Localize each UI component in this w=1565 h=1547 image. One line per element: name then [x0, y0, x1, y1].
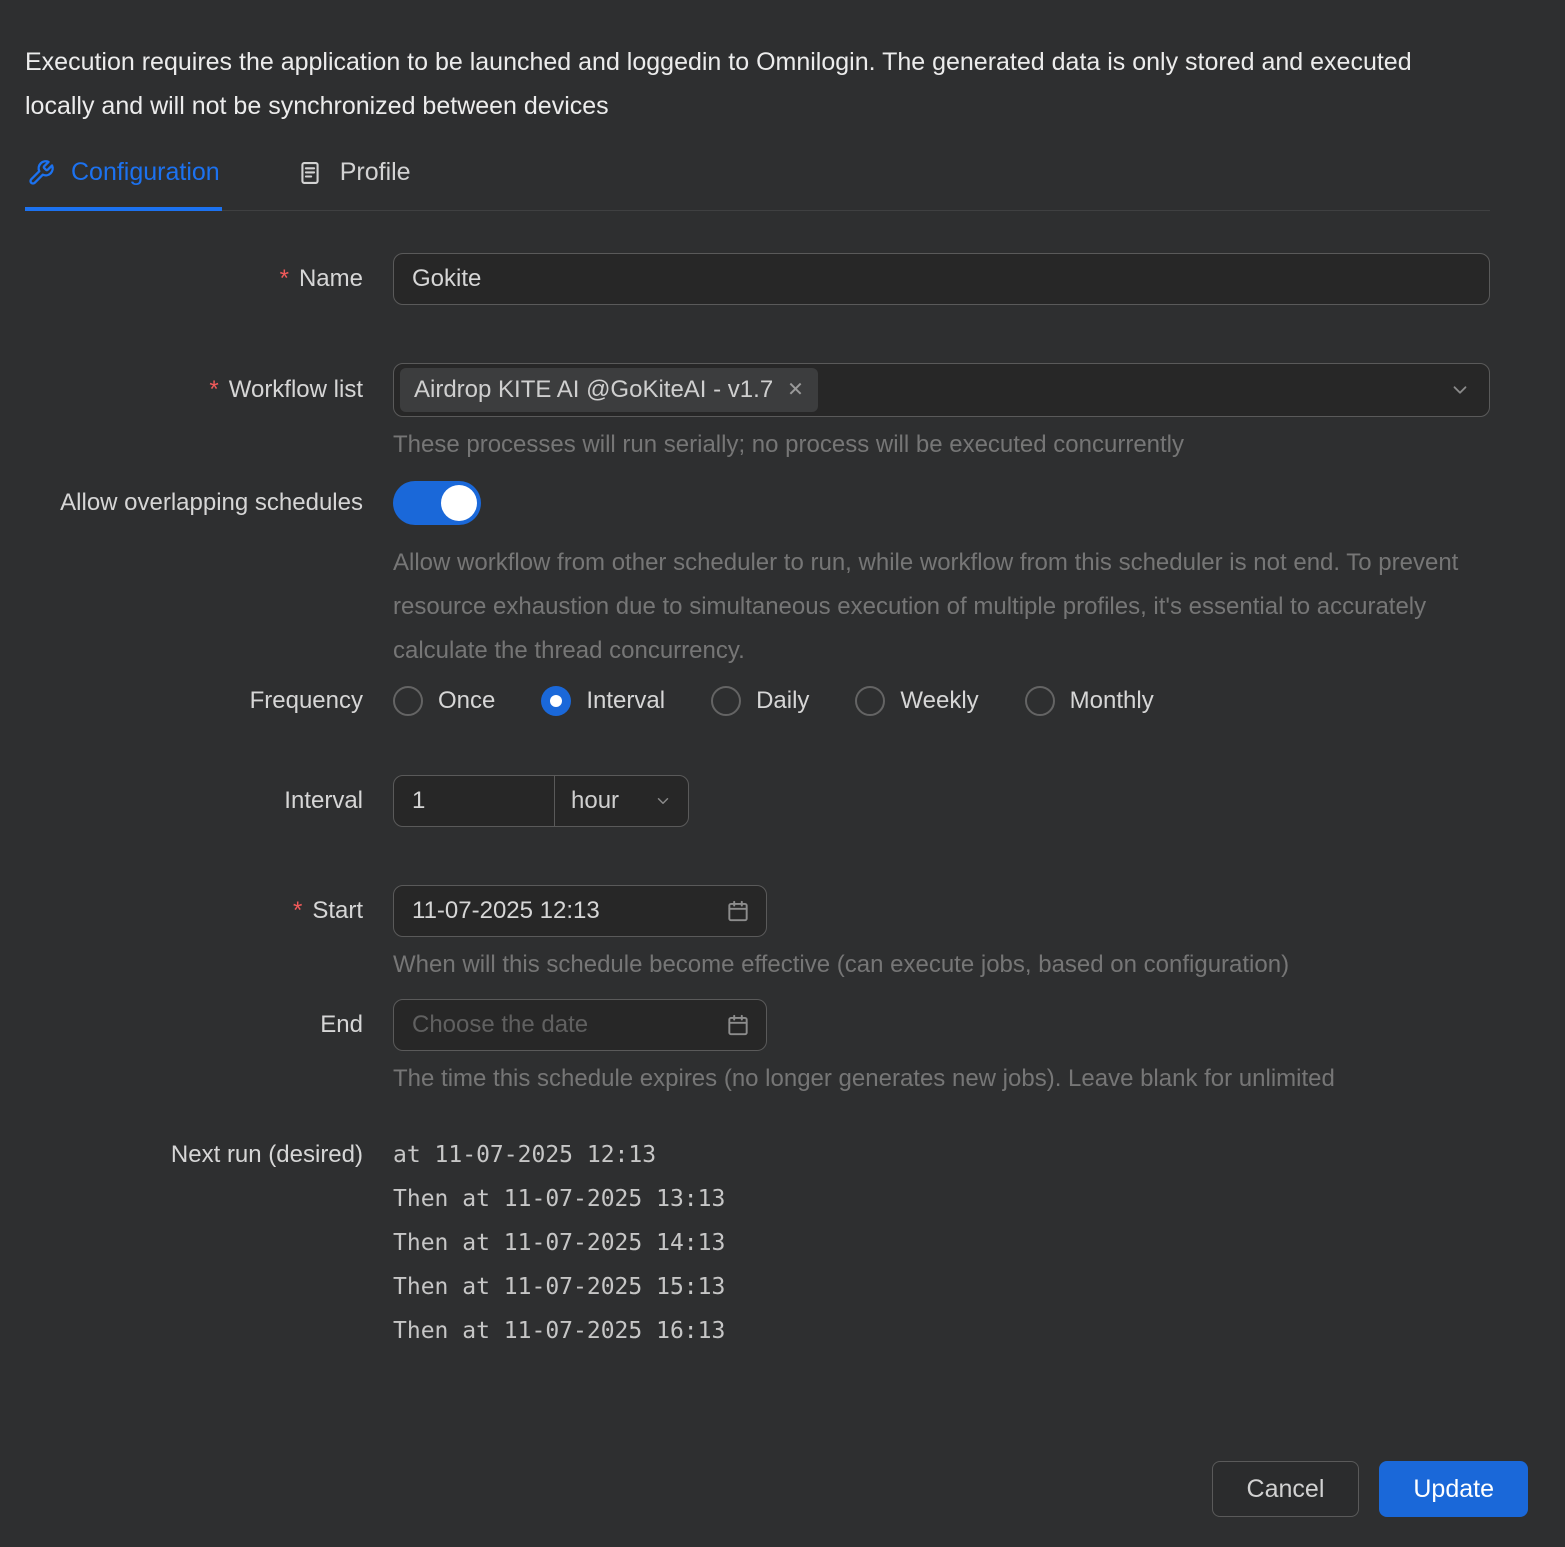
execution-notice: Execution requires the application to be… — [25, 40, 1475, 128]
overlap-help-text: Allow workflow from other scheduler to r… — [393, 541, 1488, 673]
frequency-option-label: Once — [438, 687, 495, 715]
radio-checked-icon — [541, 686, 571, 716]
interval-row: Interval hour — [25, 775, 1490, 827]
overlap-row: Allow overlapping schedules Allow workfl… — [25, 481, 1490, 673]
required-asterisk — [293, 897, 304, 925]
tab-profile-label: Profile — [340, 158, 411, 187]
interval-value-input[interactable] — [394, 776, 554, 826]
next-run-row: Next run (desired) at 11-07-2025 12:13 T… — [25, 1133, 1490, 1353]
workflow-help-text: These processes will run serially; no pr… — [393, 429, 1490, 461]
cancel-button[interactable]: Cancel — [1212, 1461, 1360, 1517]
required-asterisk — [280, 265, 291, 293]
frequency-option-interval[interactable]: Interval — [541, 686, 665, 716]
profile-document-icon — [296, 159, 324, 187]
interval-unit-label: hour — [571, 787, 619, 815]
start-label: Start — [25, 885, 363, 937]
end-row: End The time this schedule expires (no l… — [25, 999, 1490, 1095]
workflow-tag-label: Airdrop KITE AI @GoKiteAI - v1.7 — [414, 376, 773, 404]
radio-icon — [711, 686, 741, 716]
frequency-option-label: Monthly — [1070, 687, 1154, 715]
frequency-option-monthly[interactable]: Monthly — [1025, 686, 1154, 716]
workflow-row: Workflow list Airdrop KITE AI @GoKiteAI … — [25, 363, 1490, 461]
tab-configuration-label: Configuration — [71, 158, 220, 187]
start-row: Start When will this schedule become eff… — [25, 885, 1490, 981]
interval-label: Interval — [25, 775, 363, 827]
next-run-line: Then at 11-07-2025 15:13 — [393, 1265, 1490, 1309]
frequency-radio-group: Once Interval Daily Weekly — [393, 683, 1490, 719]
name-label: Name — [25, 253, 363, 305]
end-date-picker[interactable] — [393, 999, 767, 1051]
frequency-row: Frequency Once Interval Daily — [25, 683, 1490, 719]
start-date-input[interactable] — [393, 885, 767, 937]
next-run-label: Next run (desired) — [25, 1133, 363, 1177]
next-run-line: Then at 11-07-2025 16:13 — [393, 1309, 1490, 1353]
interval-group: hour — [393, 775, 689, 827]
next-run-line: Then at 11-07-2025 13:13 — [393, 1177, 1490, 1221]
scheduler-form: Name Workflow list Airdrop KITE AI @GoKi… — [25, 253, 1490, 1353]
end-label: End — [25, 999, 363, 1051]
calendar-icon — [725, 1012, 751, 1038]
tag-remove-icon[interactable]: ✕ — [787, 380, 804, 400]
tab-bar: Configuration Profile — [25, 152, 1490, 211]
wrench-icon — [27, 159, 55, 187]
radio-icon — [393, 686, 423, 716]
scheduler-config-panel: Execution requires the application to be… — [0, 0, 1565, 1547]
radio-icon — [1025, 686, 1055, 716]
update-button[interactable]: Update — [1379, 1461, 1528, 1517]
name-input[interactable] — [393, 253, 1490, 305]
frequency-option-once[interactable]: Once — [393, 686, 495, 716]
frequency-option-daily[interactable]: Daily — [711, 686, 809, 716]
next-run-schedule: at 11-07-2025 12:13 Then at 11-07-2025 1… — [393, 1133, 1490, 1353]
name-row: Name — [25, 253, 1490, 305]
frequency-option-weekly[interactable]: Weekly — [855, 686, 978, 716]
required-asterisk — [209, 376, 220, 404]
interval-unit-select[interactable]: hour — [554, 776, 688, 826]
frequency-option-label: Weekly — [900, 687, 978, 715]
next-run-line: Then at 11-07-2025 14:13 — [393, 1221, 1490, 1265]
end-help-text: The time this schedule expires (no longe… — [393, 1063, 1490, 1095]
start-help-text: When will this schedule become effective… — [393, 949, 1490, 981]
footer-actions: Cancel Update — [1212, 1461, 1528, 1517]
tab-configuration[interactable]: Configuration — [25, 152, 222, 211]
toggle-knob — [441, 485, 477, 521]
radio-icon — [855, 686, 885, 716]
next-run-line: at 11-07-2025 12:13 — [393, 1133, 1490, 1177]
chevron-down-icon — [654, 792, 672, 810]
overlap-label: Allow overlapping schedules — [25, 481, 363, 525]
workflow-select[interactable]: Airdrop KITE AI @GoKiteAI - v1.7 ✕ — [393, 363, 1490, 417]
overlap-toggle[interactable] — [393, 481, 481, 525]
frequency-label: Frequency — [25, 683, 363, 719]
workflow-tag: Airdrop KITE AI @GoKiteAI - v1.7 ✕ — [400, 368, 818, 412]
workflow-label: Workflow list — [25, 363, 363, 417]
frequency-option-label: Daily — [756, 687, 809, 715]
chevron-down-icon — [1449, 379, 1471, 401]
tab-profile[interactable]: Profile — [294, 152, 413, 211]
frequency-option-label: Interval — [586, 687, 665, 715]
start-date-picker[interactable] — [393, 885, 767, 937]
end-date-input[interactable] — [393, 999, 767, 1051]
calendar-icon — [725, 898, 751, 924]
